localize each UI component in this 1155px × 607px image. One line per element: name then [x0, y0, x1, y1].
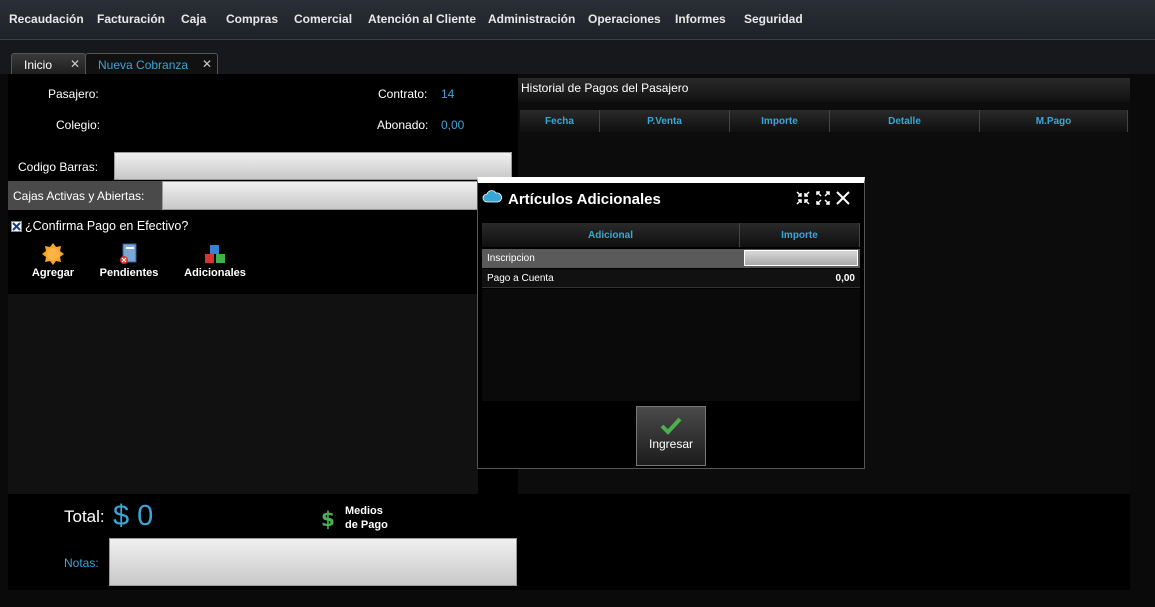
check-x-icon [12, 222, 21, 231]
modal-title: Artículos Adicionales [508, 191, 661, 208]
pasajero-label: Pasajero: [48, 87, 99, 101]
col-mpago[interactable]: M.Pago [980, 110, 1128, 132]
modal-grid-body [482, 289, 860, 401]
col-importe-modal[interactable]: Importe [740, 223, 860, 247]
agregar-label: Agregar [31, 267, 75, 279]
close-icon[interactable]: ✕ [202, 57, 212, 71]
medios-line1: Medios [345, 505, 383, 517]
abonado-label: Abonado: [377, 118, 429, 132]
row-adicional: Pago a Cuenta [487, 273, 554, 284]
tab-inicio[interactable]: Inicio ✕ [11, 53, 86, 74]
historial-title: Historial de Pagos del Pasajero [518, 78, 1130, 102]
col-pventa[interactable]: P.Venta [600, 110, 730, 132]
medios-pago-button[interactable]: $ Medios de Pago [320, 505, 400, 535]
row-importe: 0,00 [835, 273, 855, 284]
notas-label: Notas: [64, 556, 99, 570]
detail-area [8, 294, 478, 494]
close-icon[interactable] [836, 191, 850, 205]
menu-informes[interactable]: Informes [675, 12, 726, 26]
adicionales-label: Adicionales [184, 267, 246, 279]
menu-bar: Recaudación Facturación Caja Compras Com… [0, 0, 1155, 40]
notas-input[interactable] [109, 538, 517, 586]
menu-facturacion[interactable]: Facturación [97, 12, 165, 26]
checkmark-icon [660, 417, 682, 435]
tab-nueva-cobranza[interactable]: Nueva Cobranza ✕ [85, 53, 218, 74]
menu-caja[interactable]: Caja [181, 12, 206, 26]
col-detalle[interactable]: Detalle [830, 110, 980, 132]
contrato-value: 14 [441, 87, 455, 101]
pendientes-button[interactable]: Pendientes [96, 243, 162, 279]
blocks-icon [205, 245, 225, 263]
collapse-icon[interactable] [796, 191, 810, 205]
col-fecha[interactable]: Fecha [520, 110, 600, 132]
menu-administracion[interactable]: Administración [488, 12, 575, 26]
menu-seguridad[interactable]: Seguridad [744, 12, 803, 26]
contrato-label: Contrato: [378, 87, 428, 101]
cajas-row: Cajas Activas y Abiertas: [8, 181, 478, 210]
tab-bar: Inicio ✕ Nueva Cobranza ✕ [0, 40, 1155, 74]
row-adicional: Inscripcion [487, 253, 535, 264]
medios-line2: de Pago [345, 519, 388, 531]
col-importe[interactable]: Importe [730, 110, 830, 132]
document-cancel-icon [120, 243, 137, 264]
colegio-label: Colegio: [56, 118, 101, 132]
ingresar-button[interactable]: Ingresar [636, 406, 706, 466]
adicionales-button[interactable]: Adicionales [181, 243, 249, 279]
menu-comercial[interactable]: Comercial [294, 12, 352, 26]
importe-input[interactable] [744, 250, 858, 266]
codigo-barras-input[interactable] [114, 152, 512, 180]
dollar-icon: $ [321, 508, 335, 530]
abonado-value: 0,00 [441, 118, 465, 132]
close-icon[interactable]: ✕ [70, 57, 80, 71]
menu-recaudacion[interactable]: Recaudación [9, 12, 84, 26]
table-row[interactable]: Inscripcion [482, 249, 860, 268]
total-label: Total: [64, 507, 105, 526]
menu-atencion-cliente[interactable]: Atención al Cliente [368, 12, 476, 26]
star-burst-icon [42, 243, 64, 265]
svg-text:$: $ [321, 508, 335, 530]
cajas-select[interactable] [162, 181, 478, 210]
agregar-button[interactable]: Agregar [28, 243, 78, 279]
col-adicional[interactable]: Adicional [482, 223, 740, 247]
cajas-label: Cajas Activas y Abiertas: [13, 189, 145, 203]
pendientes-label: Pendientes [99, 267, 159, 279]
menu-operaciones[interactable]: Operaciones [588, 12, 661, 26]
ingresar-label: Ingresar [648, 437, 694, 451]
tab-inicio-label: Inicio [24, 58, 53, 72]
articulos-modal: Artículos Adicionales Adicional Importe … [477, 177, 865, 469]
total-value: $ 0 [113, 500, 154, 532]
tab-nueva-cobranza-label: Nueva Cobranza [98, 58, 189, 72]
cloud-icon [482, 190, 502, 203]
table-row[interactable]: Pago a Cuenta 0,00 [482, 269, 860, 288]
codigo-barras-label: Codigo Barras: [18, 160, 99, 174]
confirma-checkbox[interactable] [11, 221, 22, 232]
confirma-label: ¿Confirma Pago en Efectivo? [25, 219, 189, 233]
expand-icon[interactable] [816, 191, 830, 205]
menu-compras[interactable]: Compras [226, 12, 278, 26]
